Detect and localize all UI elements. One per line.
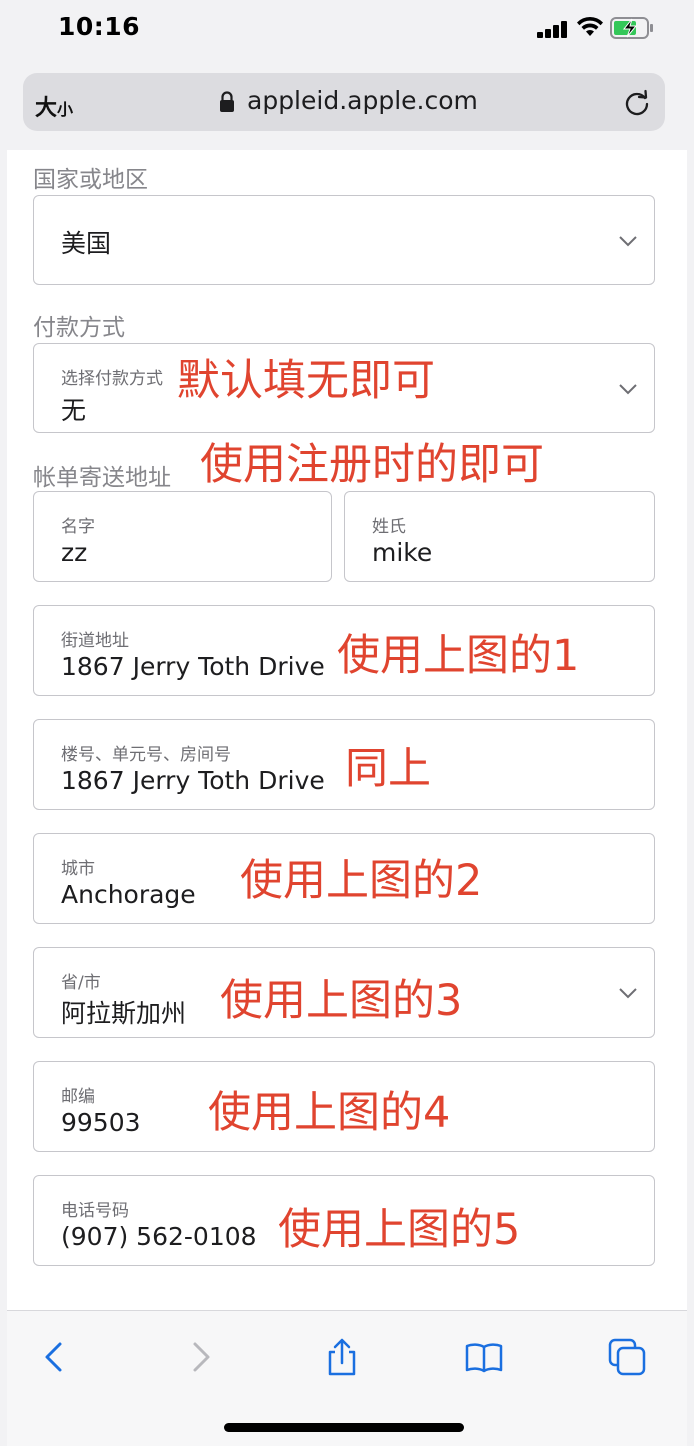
annotation-street: 使用上图的1 — [337, 631, 580, 681]
battery-charging-icon — [610, 17, 653, 39]
text-size-large-label: 大 — [35, 96, 58, 121]
tabs-icon[interactable] — [607, 1337, 647, 1377]
page-edge-right — [687, 150, 694, 1446]
home-indicator — [224, 1423, 464, 1432]
first-name-label: 名字 — [61, 517, 95, 537]
city-label: 城市 — [61, 859, 95, 879]
lock-icon — [220, 91, 234, 112]
chevron-down-icon — [619, 236, 637, 247]
last-name-field[interactable]: 姓氏 mike — [344, 491, 655, 582]
state-value: 阿拉斯加州 — [61, 999, 187, 1028]
zip-label: 邮编 — [61, 1087, 95, 1107]
share-icon[interactable] — [322, 1337, 362, 1377]
first-name-value: zz — [61, 538, 88, 567]
annotation-billing: 使用注册时的即可 — [200, 440, 544, 490]
country-value: 美国 — [61, 229, 112, 258]
billing-section-label: 帐单寄送地址 — [33, 465, 171, 491]
billing-form: 国家或地区 美国 付款方式 选择付款方式 无 默认填无即可 帐单寄送地址 使用注… — [7, 150, 687, 1310]
country-select[interactable]: 美国 — [33, 195, 655, 285]
city-value: Anchorage — [61, 880, 196, 909]
zip-value: 99503 — [61, 1108, 141, 1137]
cellular-signal-icon — [537, 20, 569, 38]
back-icon[interactable] — [35, 1337, 75, 1377]
text-size-small-label: 小 — [57, 100, 74, 119]
payment-method-value: 无 — [61, 396, 87, 425]
chevron-down-icon — [619, 988, 637, 999]
last-name-label: 姓氏 — [372, 517, 406, 537]
building-label: 楼号、单元号、房间号 — [61, 745, 231, 765]
building-value: 1867 Jerry Toth Drive — [61, 766, 325, 795]
annotation-state: 使用上图的3 — [220, 976, 463, 1026]
status-time: 10:16 — [58, 12, 141, 41]
forward-icon[interactable] — [180, 1337, 220, 1377]
state-label: 省/市 — [61, 973, 101, 993]
annotation-building: 同上 — [345, 744, 431, 794]
phone-value: (907) 562-0108 — [61, 1222, 257, 1251]
text-size-button[interactable]: 大小 — [35, 90, 73, 122]
address-bar-area: 大小 appleid.apple.com — [0, 60, 694, 150]
page-edge-left — [0, 150, 7, 1446]
payment-section-label: 付款方式 — [33, 315, 125, 341]
country-section-label: 国家或地区 — [33, 167, 148, 193]
street-address-value: 1867 Jerry Toth Drive — [61, 652, 325, 681]
annotation-payment: 默认填无即可 — [177, 356, 435, 406]
building-field[interactable]: 楼号、单元号、房间号 1867 Jerry Toth Drive — [33, 719, 655, 810]
annotation-phone: 使用上图的5 — [278, 1205, 521, 1255]
last-name-value: mike — [372, 538, 433, 567]
status-bar: 10:16 — [0, 0, 694, 60]
bookmarks-icon[interactable] — [464, 1337, 504, 1377]
street-address-label: 街道地址 — [61, 631, 129, 651]
chevron-down-icon — [619, 384, 637, 395]
phone-label: 电话号码 — [61, 1201, 129, 1221]
reload-icon[interactable] — [623, 89, 651, 117]
payment-method-label: 选择付款方式 — [61, 369, 163, 389]
annotation-city: 使用上图的2 — [240, 856, 483, 906]
first-name-field[interactable]: 名字 zz — [33, 491, 332, 582]
url-text[interactable]: appleid.apple.com — [247, 86, 478, 115]
wifi-icon — [577, 16, 603, 36]
annotation-zip: 使用上图的4 — [208, 1088, 451, 1138]
address-bar[interactable]: 大小 appleid.apple.com — [23, 73, 665, 131]
